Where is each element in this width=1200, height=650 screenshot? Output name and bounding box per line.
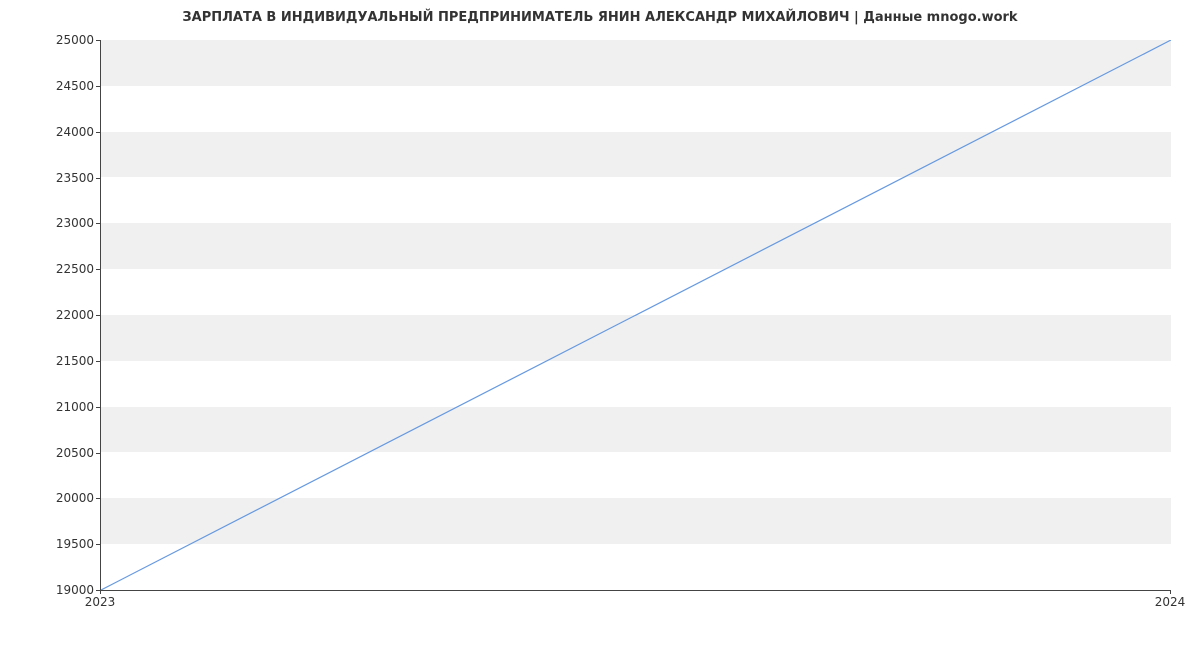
line-series-svg bbox=[101, 40, 1171, 590]
y-tick-mark bbox=[96, 40, 100, 41]
y-tick-mark bbox=[96, 223, 100, 224]
y-tick-mark bbox=[96, 498, 100, 499]
y-tick-mark bbox=[96, 361, 100, 362]
chart-container: ЗАРПЛАТА В ИНДИВИДУАЛЬНЫЙ ПРЕДПРИНИМАТЕЛ… bbox=[0, 0, 1200, 650]
y-tick-label: 23500 bbox=[4, 171, 94, 185]
y-tick-label: 23000 bbox=[4, 216, 94, 230]
x-tick-label: 2024 bbox=[1155, 595, 1186, 609]
x-tick-mark bbox=[100, 590, 101, 594]
y-tick-label: 22500 bbox=[4, 262, 94, 276]
y-tick-label: 19000 bbox=[4, 583, 94, 597]
y-tick-label: 25000 bbox=[4, 33, 94, 47]
y-tick-mark bbox=[96, 86, 100, 87]
plot-area bbox=[100, 40, 1171, 591]
x-tick-mark bbox=[1170, 590, 1171, 594]
series-line bbox=[101, 40, 1171, 590]
y-tick-label: 24000 bbox=[4, 125, 94, 139]
chart-title: ЗАРПЛАТА В ИНДИВИДУАЛЬНЫЙ ПРЕДПРИНИМАТЕЛ… bbox=[0, 10, 1200, 25]
y-tick-mark bbox=[96, 544, 100, 545]
y-tick-mark bbox=[96, 269, 100, 270]
x-tick-label: 2023 bbox=[85, 595, 116, 609]
y-tick-label: 24500 bbox=[4, 79, 94, 93]
y-tick-label: 20000 bbox=[4, 491, 94, 505]
y-tick-mark bbox=[96, 407, 100, 408]
y-tick-label: 21000 bbox=[4, 400, 94, 414]
y-tick-label: 20500 bbox=[4, 446, 94, 460]
y-tick-label: 19500 bbox=[4, 537, 94, 551]
y-tick-mark bbox=[96, 453, 100, 454]
y-tick-mark bbox=[96, 315, 100, 316]
y-tick-label: 22000 bbox=[4, 308, 94, 322]
y-tick-mark bbox=[96, 178, 100, 179]
y-tick-mark bbox=[96, 132, 100, 133]
y-tick-label: 21500 bbox=[4, 354, 94, 368]
